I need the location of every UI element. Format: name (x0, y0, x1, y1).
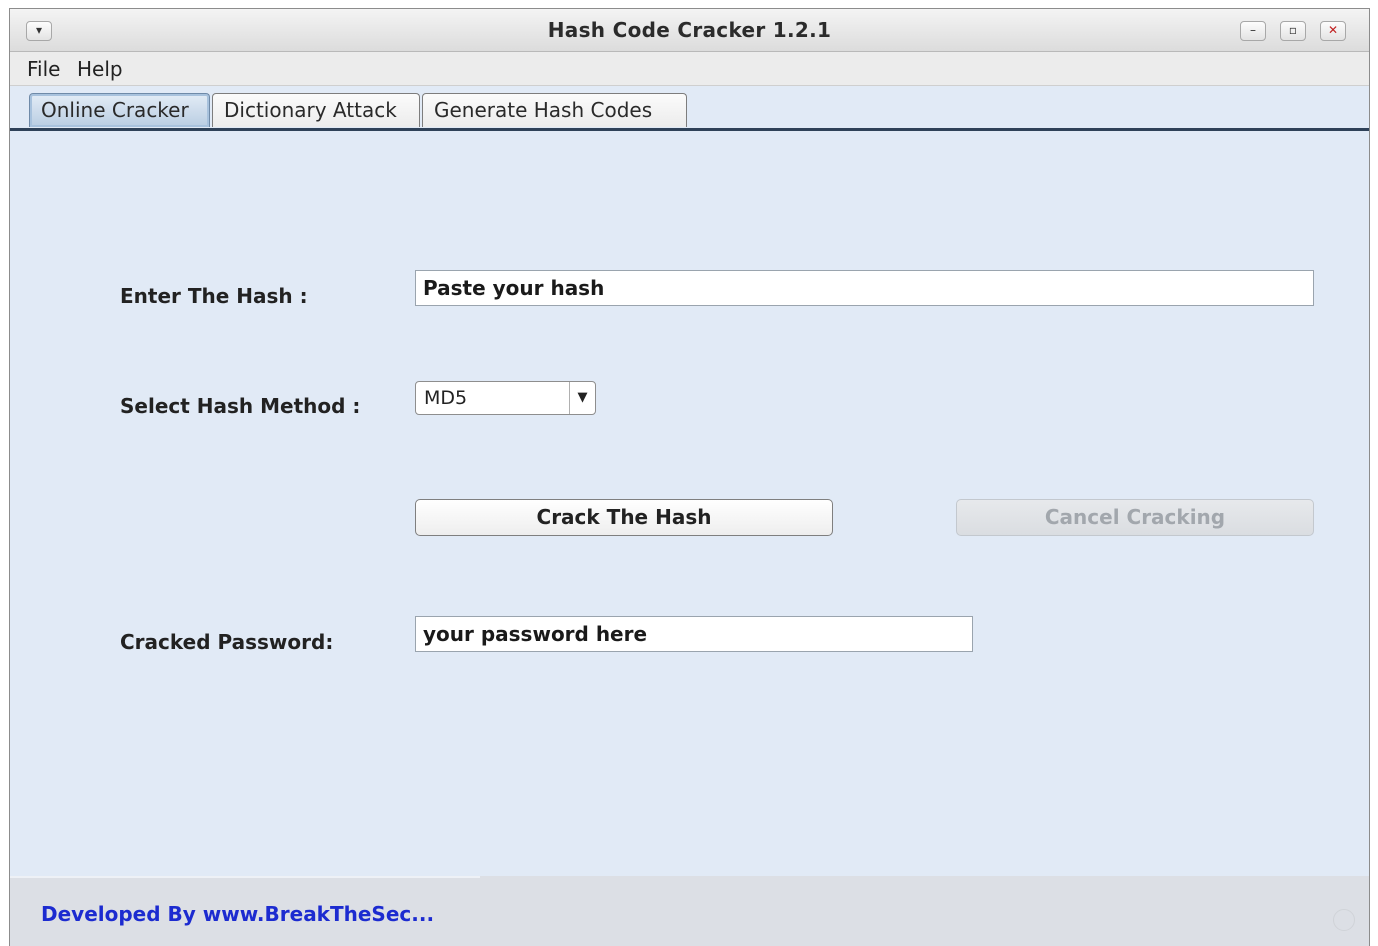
menu-bar: File Help (10, 52, 1369, 86)
title-bar[interactable]: ▾ Hash Code Cracker 1.2.1 – ▫ ✕ (10, 9, 1369, 52)
crack-hash-button[interactable]: Crack The Hash (415, 499, 833, 536)
menu-help[interactable]: Help (77, 57, 123, 81)
window-title: Hash Code Cracker 1.2.1 (547, 18, 832, 42)
tab-online-cracker[interactable]: Online Cracker (29, 93, 210, 127)
status-bar-highlight (10, 876, 480, 878)
cracked-password-label: Cracked Password: (120, 630, 334, 654)
maximize-icon: ▫ (1288, 23, 1298, 37)
hash-method-select[interactable]: MD5 ▼ (415, 381, 596, 415)
maximize-button[interactable]: ▫ (1280, 21, 1306, 41)
online-cracker-panel: Enter The Hash : Paste your hash Select … (10, 136, 1369, 876)
minimize-button[interactable]: – (1240, 21, 1266, 41)
tab-divider (10, 128, 1369, 131)
menu-file[interactable]: File (27, 57, 60, 81)
tab-generate-hash-codes[interactable]: Generate Hash Codes (422, 93, 687, 127)
hash-input[interactable]: Paste your hash (415, 270, 1314, 306)
minimize-icon: – (1250, 23, 1256, 37)
close-icon: ✕ (1327, 23, 1339, 37)
close-button[interactable]: ✕ (1320, 21, 1346, 41)
resize-grip-icon[interactable] (1333, 909, 1355, 931)
cancel-cracking-button[interactable]: Cancel Cracking (956, 499, 1314, 536)
developer-credit[interactable]: Developed By www.BreakTheSec... (41, 902, 434, 926)
app-window: ▾ Hash Code Cracker 1.2.1 – ▫ ✕ File Hel… (9, 8, 1370, 946)
status-bar: Developed By www.BreakTheSec... (10, 876, 1369, 946)
hash-method-value: MD5 (424, 387, 468, 409)
hash-label: Enter The Hash : (120, 284, 308, 308)
dropdown-arrow-icon[interactable]: ▼ (569, 382, 595, 414)
hash-method-label: Select Hash Method : (120, 394, 361, 418)
tab-dictionary-attack[interactable]: Dictionary Attack (212, 93, 420, 127)
cracked-password-field[interactable]: your password here (415, 616, 973, 652)
